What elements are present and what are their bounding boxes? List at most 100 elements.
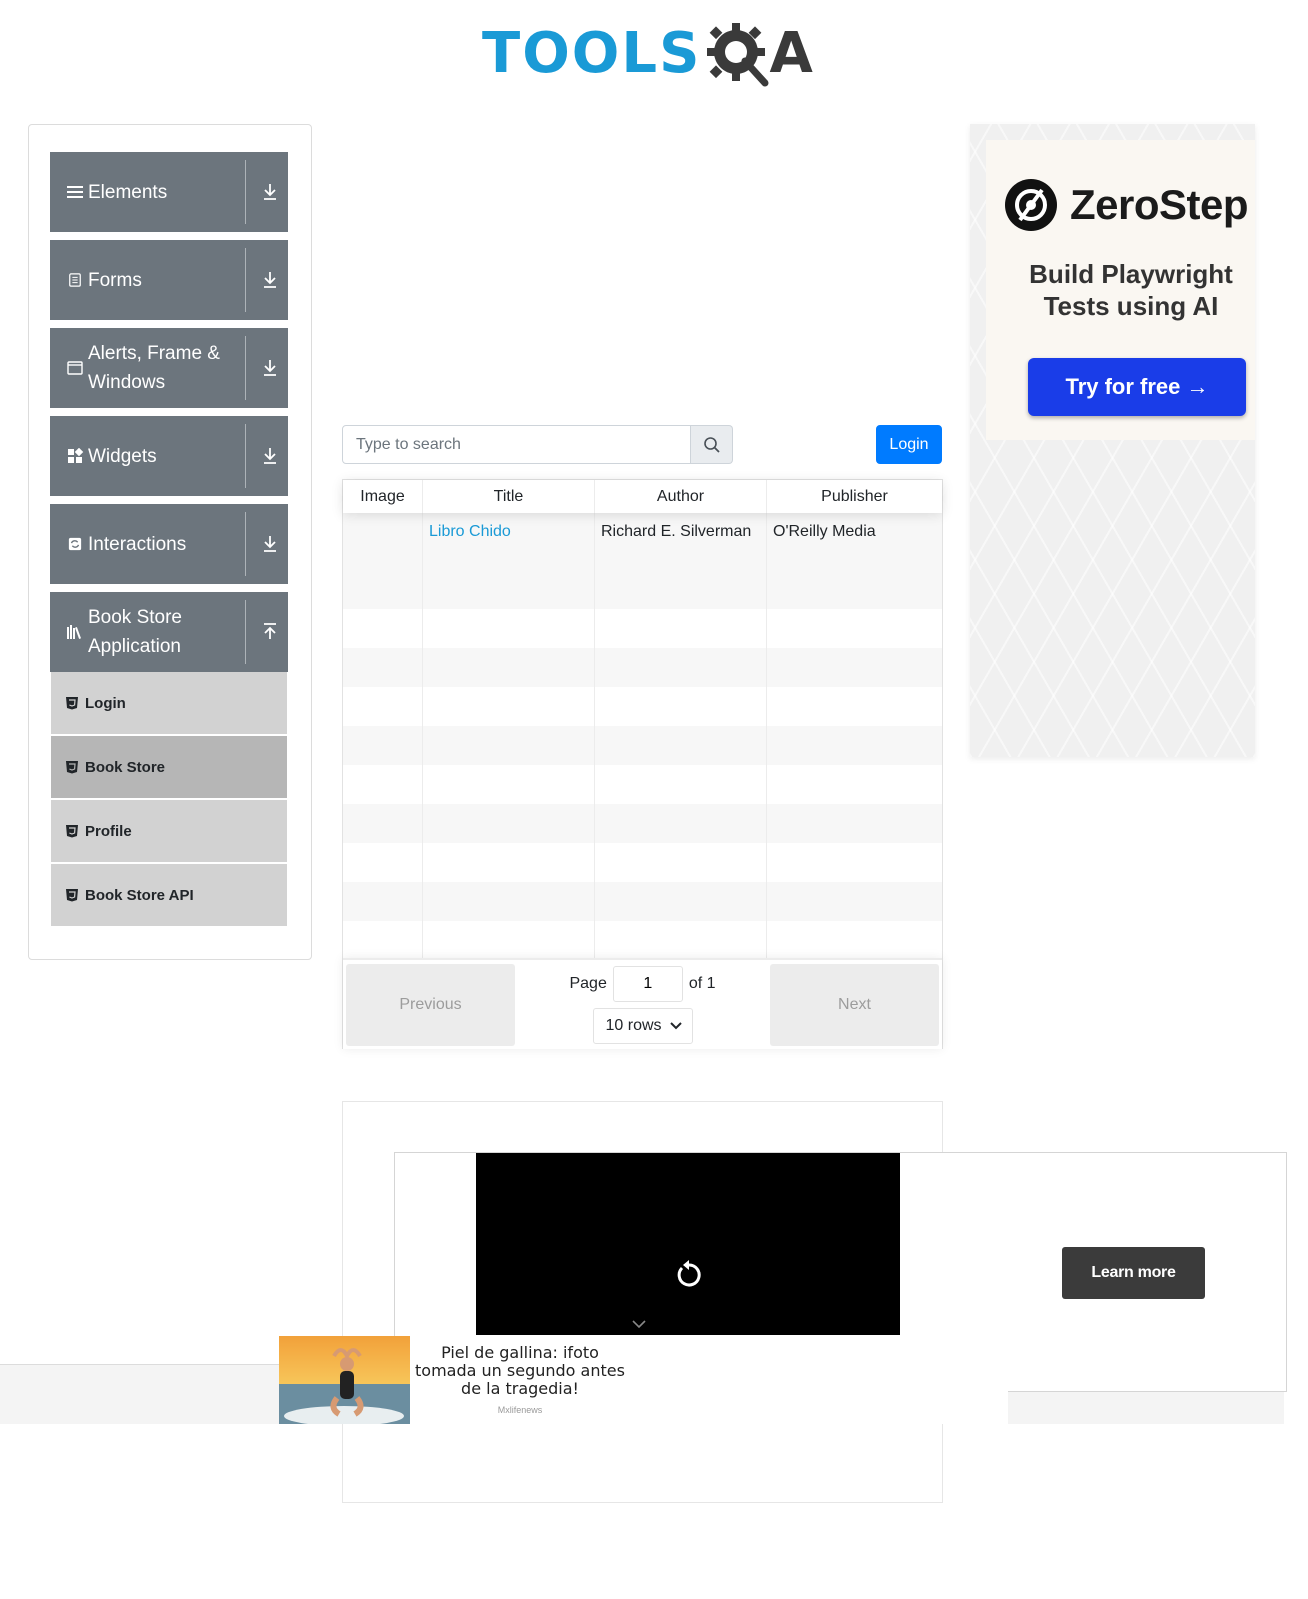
divider (245, 600, 246, 664)
download-arrow-icon[interactable] (262, 182, 278, 202)
table-cell (343, 726, 423, 765)
try-for-free-button[interactable]: Try for free → (1028, 358, 1246, 416)
group-elements[interactable]: Elements (50, 152, 288, 232)
table-cell (343, 843, 423, 882)
download-arrow-icon[interactable] (262, 358, 278, 378)
interactions-icon (68, 537, 82, 551)
learn-more-button[interactable]: Learn more (1062, 1247, 1205, 1299)
table-row (343, 765, 942, 804)
group-interactions[interactable]: Interactions (50, 504, 288, 584)
pagination: Previous Page of 1 10 rows Next (343, 958, 942, 1049)
total-pages-label: of 1 (688, 974, 716, 992)
chevron-down-icon[interactable] (632, 1319, 646, 1329)
beach-photo (279, 1336, 410, 1424)
group-book-store-application[interactable]: Book Store Application (50, 592, 288, 672)
download-arrow-icon[interactable] (262, 534, 278, 554)
zerostep-logo: ZeroStep (1004, 178, 1249, 232)
table-row (343, 687, 942, 726)
table-cell (767, 804, 942, 843)
table-row (343, 843, 942, 882)
news-ad[interactable]: Piel de gallina: ifoto tomada un segundo… (279, 1336, 1008, 1424)
toolsqa-logo[interactable]: TOOLS A (482, 14, 813, 94)
sidebar-item-book-store-api[interactable]: Book Store API (51, 864, 287, 926)
column-header-title[interactable]: Title (423, 480, 595, 513)
table-row (343, 921, 942, 960)
search-button[interactable] (691, 425, 733, 464)
hamburger-icon (67, 186, 83, 198)
group-label: Widgets (88, 445, 157, 467)
ad-brand: ZeroStep (1070, 181, 1249, 228)
group-widgets[interactable]: Widgets (50, 416, 288, 496)
table-cell (423, 765, 595, 804)
zerostep-ad[interactable]: ZeroStep Build Playwright Tests using AI… (970, 124, 1255, 757)
table-cell (423, 804, 595, 843)
ad-tagline-line2: Tests using AI (1043, 291, 1219, 321)
book-title-link[interactable]: Libro Chido (429, 523, 511, 540)
logo-tools-text: TOOLS (482, 21, 702, 86)
table-cell (343, 921, 423, 960)
divider (245, 160, 246, 224)
video-player[interactable] (476, 1153, 900, 1335)
login-button[interactable]: Login (876, 425, 942, 464)
news-ad-title[interactable]: Piel de gallina: ifoto tomada un segundo… (410, 1344, 630, 1398)
sidebar-item-profile[interactable]: Profile (51, 800, 287, 862)
books-icon (67, 625, 81, 639)
replay-icon[interactable] (674, 1259, 704, 1289)
sidebar-item-book-store[interactable]: Book Store (51, 736, 287, 798)
page-number-input[interactable] (612, 965, 683, 1002)
table-row (343, 726, 942, 765)
table-row: Libro Chido Richard E. Silverman O'Reill… (343, 513, 942, 609)
table-cell (595, 765, 767, 804)
download-arrow-icon[interactable] (262, 446, 278, 466)
table-cell (595, 921, 767, 960)
zerostep-logo-icon (1005, 179, 1057, 231)
table-cell (767, 687, 942, 726)
column-header-publisher[interactable]: Publisher (767, 480, 942, 513)
divider (245, 248, 246, 312)
sidebar-item-login[interactable]: Login (51, 672, 287, 734)
table-cell (767, 843, 942, 882)
download-arrow-icon[interactable] (262, 270, 278, 290)
news-ad-image[interactable] (279, 1336, 410, 1424)
logo-a-text: A (769, 21, 813, 86)
column-header-author[interactable]: Author (595, 480, 767, 513)
table-cell (767, 726, 942, 765)
upload-arrow-icon[interactable] (262, 622, 278, 642)
search-input[interactable] (342, 425, 691, 464)
table-cell (595, 843, 767, 882)
table-cell (595, 804, 767, 843)
table-cell (343, 648, 423, 687)
divider (245, 336, 246, 400)
rows-per-page-select[interactable]: 10 rows (592, 1007, 693, 1044)
news-ad-source: Mxlifenews (497, 1405, 543, 1415)
table-cell (423, 726, 595, 765)
table-cell (423, 609, 595, 648)
column-header-image[interactable]: Image (343, 480, 423, 513)
table-cell (343, 765, 423, 804)
html5-shield-icon (66, 825, 78, 838)
group-label: Forms (88, 269, 142, 291)
table-cell (595, 687, 767, 726)
sidebar-item-label: Login (85, 694, 126, 712)
group-label: Elements (88, 181, 168, 203)
table-cell (343, 687, 423, 726)
group-forms[interactable]: Forms (50, 240, 288, 320)
page-info: Page of 1 10 rows (569, 965, 716, 1044)
table-cell (595, 726, 767, 765)
table-cell (595, 648, 767, 687)
table-cell (767, 609, 942, 648)
document-icon (69, 273, 81, 287)
group-alerts-frame-windows[interactable]: Alerts, Frame & Windows (50, 328, 288, 408)
book-title-cell: Libro Chido (423, 513, 595, 609)
table-cell (595, 609, 767, 648)
table-cell (595, 882, 767, 921)
previous-button[interactable]: Previous (346, 963, 515, 1046)
search-group (342, 425, 733, 464)
ad-tagline: Build Playwright Tests using AI (986, 258, 1255, 322)
gear-magnifier-icon (707, 23, 769, 87)
table-header: Image Title Author Publisher (343, 480, 942, 513)
group-label: Interactions (88, 533, 187, 555)
table-cell (423, 843, 595, 882)
next-button[interactable]: Next (770, 963, 939, 1046)
html5-shield-icon (66, 761, 78, 774)
